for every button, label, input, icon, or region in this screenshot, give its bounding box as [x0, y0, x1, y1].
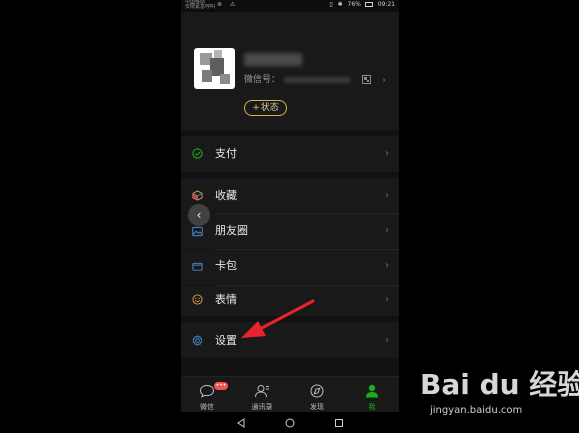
chevron-right-icon: ›	[385, 335, 389, 346]
status-time: 09:21	[377, 1, 395, 8]
phone-screen: 中国移动 仅限紧急呼叫 ≋ ⚠ ▯ ✱ 76% 09:21 微信号： › +状态…	[181, 0, 399, 433]
chevron-right-icon: ›	[382, 75, 386, 86]
menu-item-moments-label: 朋友圈	[215, 224, 248, 237]
pay-icon	[192, 148, 203, 159]
wechat-id-label: 微信号：	[244, 75, 281, 85]
carrier-line-2: 仅限紧急呼叫	[185, 4, 216, 10]
status-button[interactable]: +状态	[244, 100, 287, 116]
chevron-right-icon: ›	[385, 148, 389, 159]
tab-contacts[interactable]: 通讯录	[242, 381, 282, 411]
status-bar: 中国移动 仅限紧急呼叫 ≋ ⚠ ▯ ✱ 76% 09:21	[181, 0, 399, 12]
watermark-url: jingyan.baidu.com	[430, 405, 523, 416]
status-button-label: 状态	[260, 103, 279, 113]
qr-code-icon[interactable]	[362, 75, 371, 84]
menu-item-stickers[interactable]: 表情 ›	[181, 286, 399, 316]
tab-contacts-label: 通讯录	[251, 403, 273, 411]
gear-icon	[192, 335, 203, 346]
status-right-block: ▯ ✱ 76% 09:21	[329, 2, 395, 8]
avatar[interactable]	[194, 48, 235, 89]
warning-icon: ⚠	[229, 1, 236, 8]
battery-percent: 76%	[347, 1, 361, 8]
chevron-left-icon: ‹	[196, 208, 202, 222]
nickname-blurred	[244, 53, 302, 66]
home-circle-icon[interactable]	[285, 418, 295, 428]
unread-badge: •••	[214, 382, 228, 390]
chevron-right-icon: ›	[385, 190, 389, 201]
carrier-info: 中国移动 仅限紧急呼叫	[185, 0, 215, 10]
wechat-id-blurred	[284, 77, 350, 83]
contacts-icon	[255, 385, 269, 398]
menu-item-settings-label: 设置	[215, 334, 237, 347]
menu-item-pay-label: 支付	[215, 147, 237, 160]
tab-me-label: 我	[368, 403, 376, 411]
card-wallet-icon	[192, 262, 203, 271]
compass-icon	[310, 384, 324, 398]
menu-item-stickers-label: 表情	[215, 293, 237, 306]
menu-item-cards-label: 卡包	[215, 259, 237, 272]
floating-back-button[interactable]: ‹	[188, 204, 210, 226]
moments-icon	[192, 226, 203, 237]
plus-icon: +	[252, 103, 260, 113]
vibrate-icon: ▯	[329, 1, 333, 8]
chevron-right-icon: ›	[385, 294, 389, 305]
sticker-smiley-icon	[192, 294, 203, 305]
tab-discover-label: 发现	[310, 403, 324, 411]
menu-item-favorites-label: 收藏	[215, 189, 237, 202]
menu-item-settings[interactable]: 设置 ›	[181, 322, 399, 358]
person-icon	[366, 384, 378, 398]
menu-item-favorites[interactable]: 收藏 ›	[181, 178, 399, 213]
back-triangle-icon[interactable]	[236, 418, 246, 428]
menu-item-pay[interactable]: 支付 ›	[181, 136, 399, 172]
chevron-right-icon: ›	[385, 225, 389, 236]
recents-square-icon[interactable]	[334, 418, 344, 428]
chat-bubble-icon	[199, 384, 215, 398]
bottom-tab-bar: 微信 通讯录 发现 我	[181, 376, 399, 412]
wifi-icon: ≋	[217, 1, 223, 8]
android-nav-bar	[181, 412, 399, 433]
baidu-jingyan-logo: Bai du 经验	[420, 368, 579, 401]
status-left-icons: ≋ ⚠	[217, 2, 235, 8]
menu-item-cards[interactable]: 卡包 ›	[181, 250, 399, 285]
battery-icon	[364, 2, 373, 7]
chevron-right-icon: ›	[385, 260, 389, 271]
tab-chats-label: 微信	[200, 403, 214, 411]
favorites-icon	[192, 190, 203, 201]
tab-discover[interactable]: 发现	[297, 381, 337, 411]
tab-me[interactable]: 我	[352, 381, 392, 411]
profile-header[interactable]: 微信号： › +状态	[181, 12, 399, 130]
menu-item-moments[interactable]: 朋友圈 ›	[181, 214, 399, 249]
bluetooth-icon: ✱	[337, 1, 343, 8]
